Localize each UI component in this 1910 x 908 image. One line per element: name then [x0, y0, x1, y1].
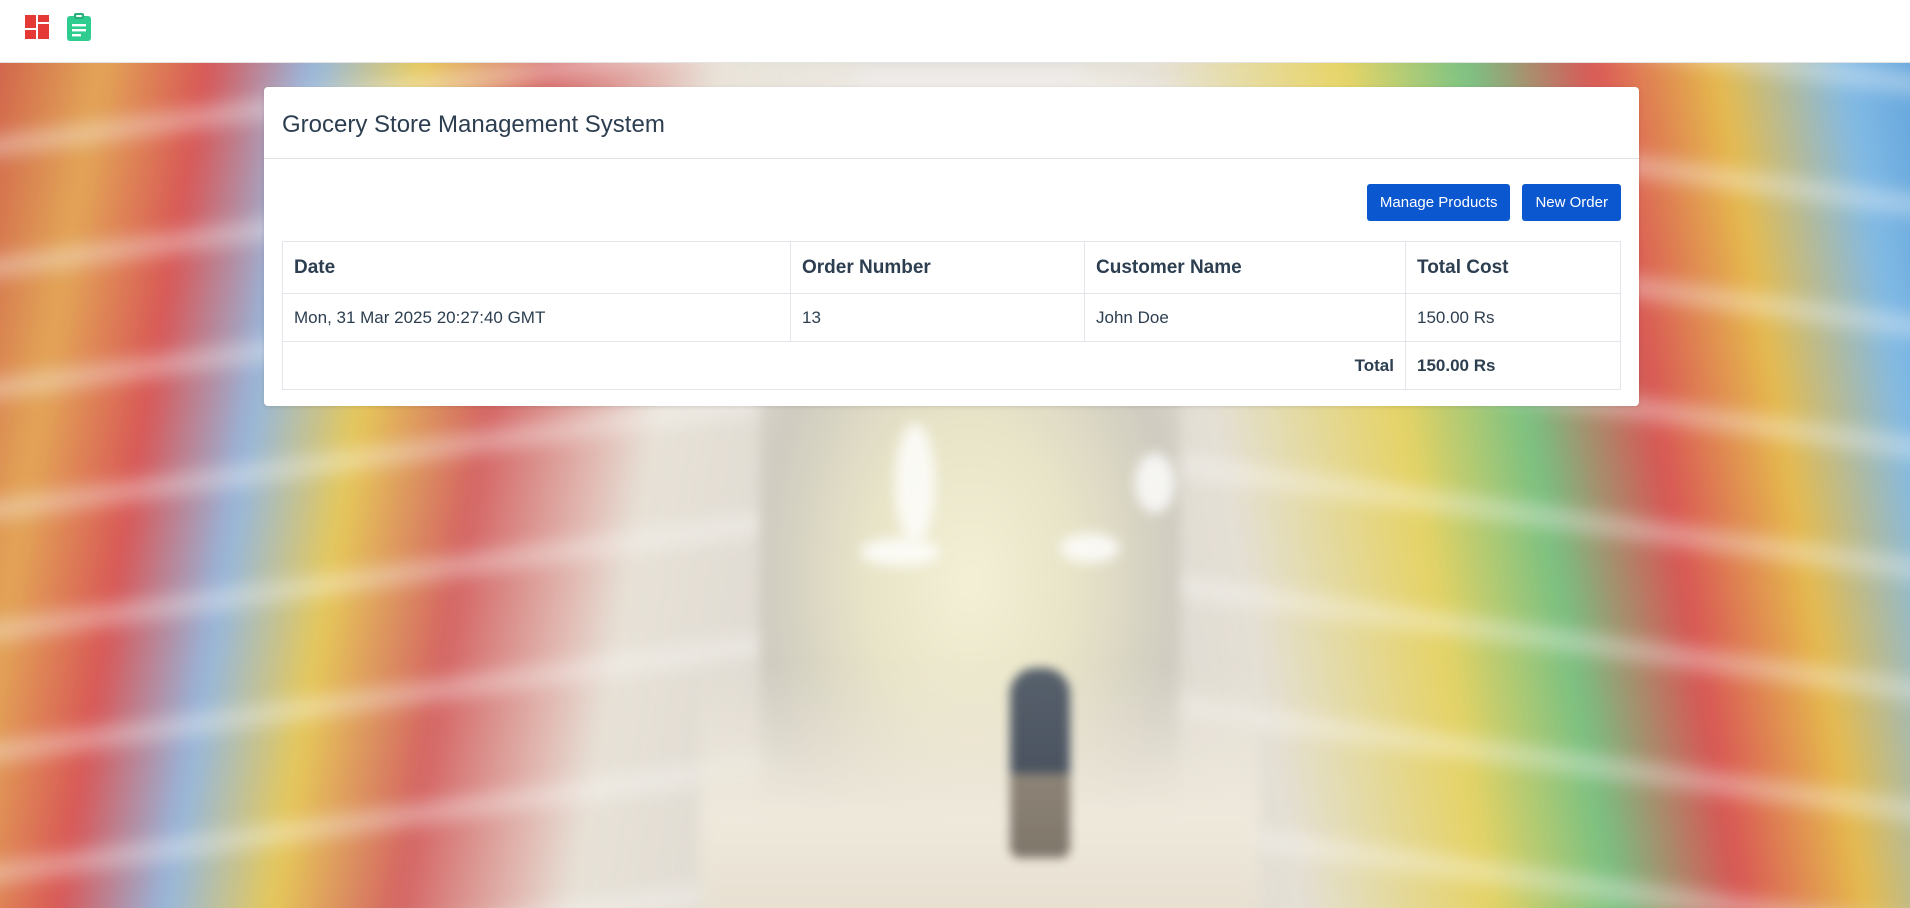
background-shopper [1010, 668, 1070, 858]
background-floor [700, 663, 1260, 908]
order-number-cell: 13 [790, 293, 1085, 342]
column-header-customer-name: Customer Name [1084, 241, 1406, 294]
orders-table: Date Order Number Customer Name Total Co… [282, 241, 1621, 390]
page-title: Grocery Store Management System [282, 111, 665, 138]
background-light [860, 538, 940, 566]
dashboard-grid-icon[interactable] [25, 15, 49, 39]
order-date-cell: Mon, 31 Mar 2025 20:27:40 GMT [282, 293, 791, 342]
background-light [1060, 533, 1120, 563]
grand-total-value: 150.00 Rs [1405, 341, 1621, 390]
action-buttons: Manage Products New Order [282, 184, 1621, 221]
column-header-date: Date [282, 241, 791, 294]
background-light [895, 423, 935, 543]
customer-name-cell: John Doe [1084, 293, 1406, 342]
clipboard-icon[interactable] [66, 13, 92, 41]
total-cost-cell: 150.00 Rs [1405, 293, 1621, 342]
table-row: Mon, 31 Mar 2025 20:27:40 GMT 13 John Do… [282, 293, 1621, 342]
card-body: Manage Products New Order Date Order Num… [264, 159, 1639, 390]
background-light [1135, 453, 1175, 513]
grand-total-label: Total [282, 341, 1406, 390]
column-header-order-number: Order Number [790, 241, 1085, 294]
manage-products-button[interactable]: Manage Products [1366, 184, 1511, 221]
column-header-total-cost: Total Cost [1405, 241, 1621, 294]
card-header: Grocery Store Management System [264, 87, 1639, 159]
orders-card: Grocery Store Management System Manage P… [264, 87, 1639, 406]
new-order-button[interactable]: New Order [1522, 184, 1621, 221]
table-header-row: Date Order Number Customer Name Total Co… [282, 241, 1621, 294]
table-total-row: Total 150.00 Rs [282, 341, 1621, 390]
top-navbar [0, 0, 1910, 63]
